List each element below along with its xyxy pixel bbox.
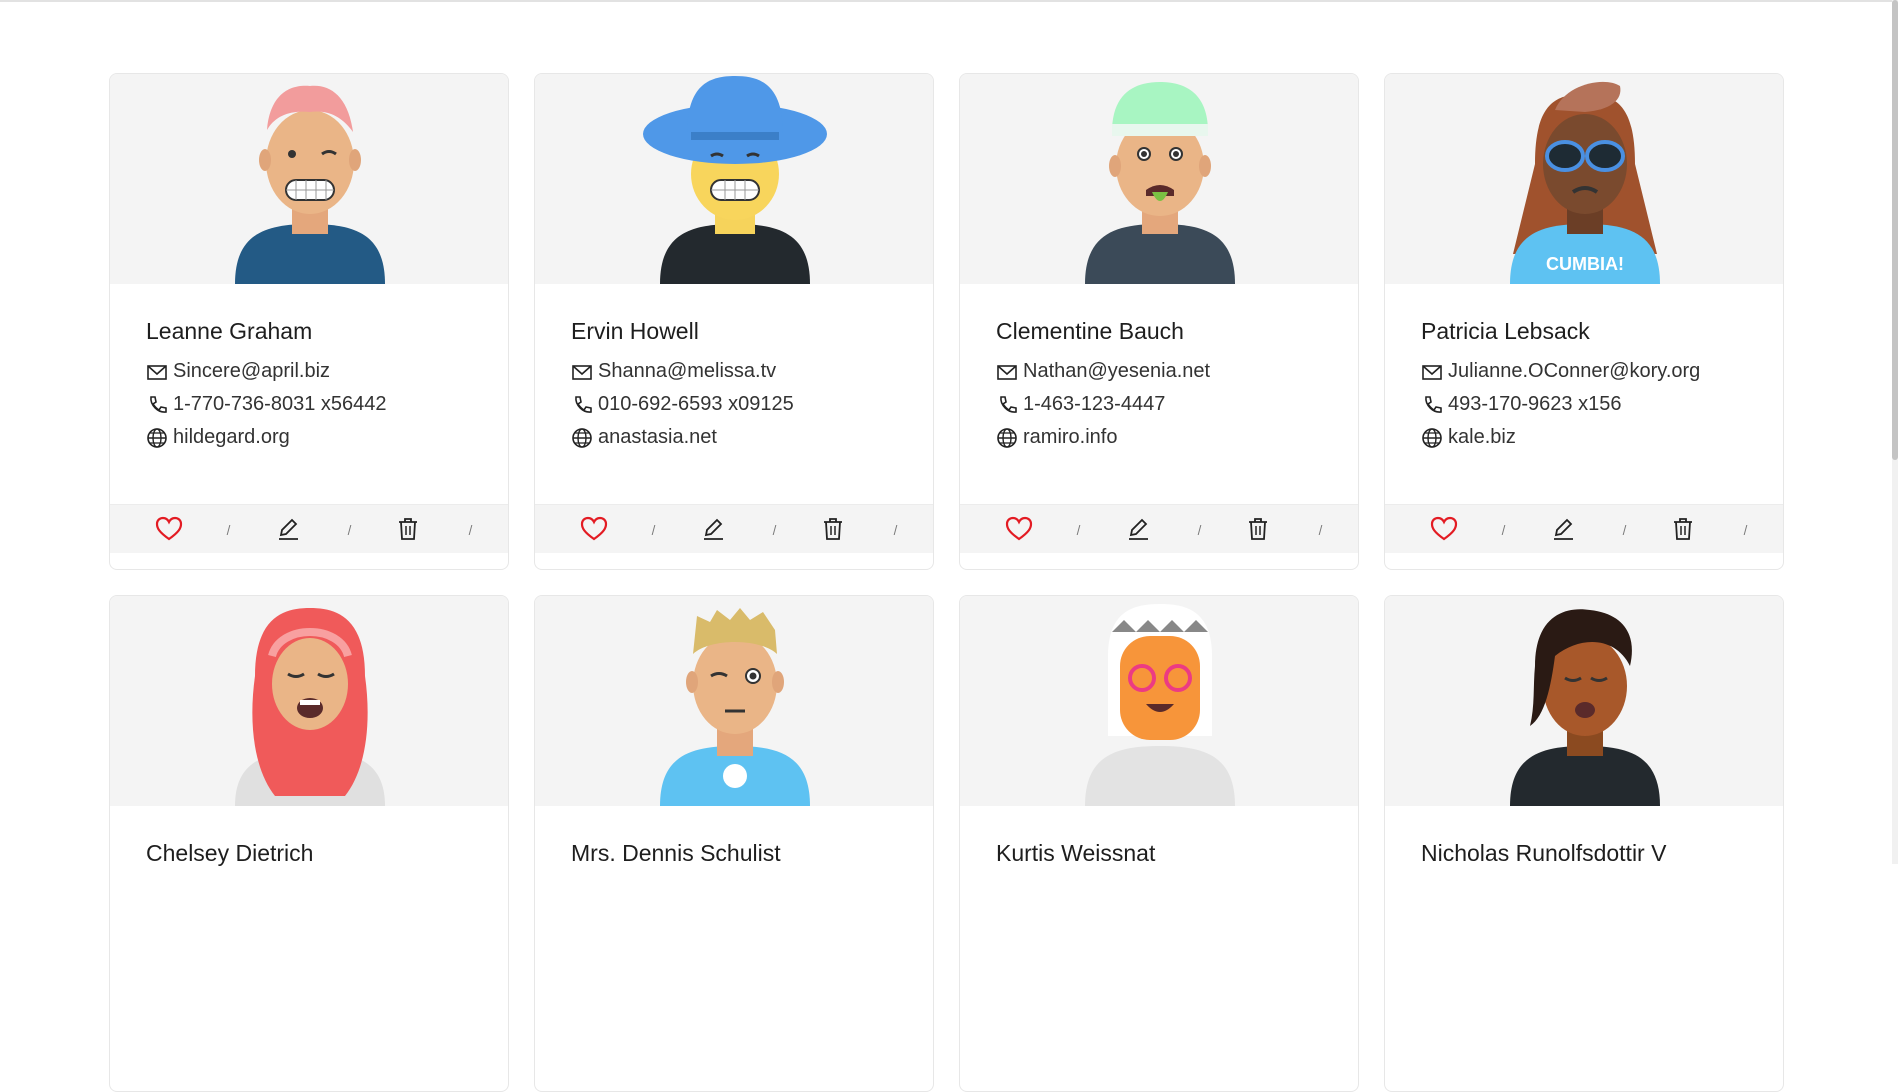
phone-row: 1-463-123-4447 [996, 388, 1322, 421]
user-name: Mrs. Dennis Schulist [571, 840, 781, 866]
phone-row: 1-770-736-8031 x56442 [146, 388, 472, 421]
scrollbar-thumb[interactable] [1892, 0, 1898, 460]
user-email[interactable]: Nathan@yesenia.net [1023, 360, 1210, 383]
user-name: Chelsey Dietrich [146, 840, 314, 866]
like-button[interactable] [110, 505, 233, 553]
user-card: Mrs. Dennis Schulist [534, 595, 934, 1092]
user-name: Ervin Howell [571, 318, 699, 344]
user-website[interactable]: kale.biz [1448, 426, 1516, 449]
user-name: Clementine Bauch [996, 318, 1184, 344]
user-card: Clementine Bauch Nathan@yesenia.net 1-46… [959, 73, 1359, 570]
globe-icon [1421, 427, 1443, 449]
edit-button[interactable] [1506, 505, 1629, 553]
user-phone[interactable]: 493-170-9623 x156 [1448, 393, 1621, 416]
card-actions [535, 504, 933, 553]
pencil-icon [276, 517, 300, 541]
delete-button[interactable] [1627, 505, 1750, 553]
mail-icon [146, 361, 168, 383]
user-card: Leanne Graham Sincere@april.biz 1-770-73… [109, 73, 509, 570]
phone-icon [571, 394, 593, 416]
mail-icon [996, 361, 1018, 383]
mail-icon [1421, 361, 1443, 383]
trash-icon [822, 517, 844, 541]
email-row: Sincere@april.biz [146, 355, 472, 388]
globe-icon [571, 427, 593, 449]
avatar: CUMBIA! [1385, 74, 1783, 284]
pencil-icon [1126, 517, 1150, 541]
user-phone[interactable]: 010-692-6593 x09125 [598, 393, 794, 416]
like-button[interactable] [535, 505, 658, 553]
user-card: Nicholas Runolfsdottir V [1384, 595, 1784, 1092]
avatar [110, 74, 508, 284]
user-card: CUMBIA! Patricia Lebsack Julianne.OConne… [1384, 73, 1784, 570]
user-name: Nicholas Runolfsdottir V [1421, 840, 1667, 866]
user-email[interactable]: Shanna@melissa.tv [598, 360, 776, 383]
phone-icon [1421, 394, 1443, 416]
edit-button[interactable] [231, 505, 354, 553]
website-row: kale.biz [1421, 421, 1747, 454]
globe-icon [146, 427, 168, 449]
pencil-icon [701, 517, 725, 541]
trash-icon [1672, 517, 1694, 541]
phone-icon [996, 394, 1018, 416]
user-website[interactable]: ramiro.info [1023, 426, 1117, 449]
website-row: anastasia.net [571, 421, 897, 454]
user-card: Kurtis Weissnat [959, 595, 1359, 1092]
card-actions [110, 504, 508, 553]
delete-button[interactable] [777, 505, 900, 553]
globe-icon [996, 427, 1018, 449]
phone-icon [146, 394, 168, 416]
user-phone[interactable]: 1-770-736-8031 x56442 [173, 393, 387, 416]
user-name: Kurtis Weissnat [996, 840, 1156, 866]
top-divider [0, 0, 1898, 2]
svg-text:CUMBIA!: CUMBIA! [1546, 254, 1624, 274]
user-website[interactable]: hildegard.org [173, 426, 290, 449]
like-button[interactable] [960, 505, 1083, 553]
user-website[interactable]: anastasia.net [598, 426, 717, 449]
scrollbar-track[interactable] [1892, 0, 1898, 864]
like-button[interactable] [1385, 505, 1508, 553]
phone-row: 493-170-9623 x156 [1421, 388, 1747, 421]
heart-icon [1005, 516, 1033, 542]
pencil-icon [1551, 517, 1575, 541]
user-phone[interactable]: 1-463-123-4447 [1023, 393, 1165, 416]
trash-icon [1247, 517, 1269, 541]
website-row: hildegard.org [146, 421, 472, 454]
delete-button[interactable] [1202, 505, 1325, 553]
trash-icon [397, 517, 419, 541]
card-actions [960, 504, 1358, 553]
email-row: Julianne.OConner@kory.org [1421, 355, 1747, 388]
user-email[interactable]: Julianne.OConner@kory.org [1448, 360, 1700, 383]
heart-icon [1430, 516, 1458, 542]
avatar [960, 74, 1358, 284]
card-actions [1385, 504, 1783, 553]
email-row: Shanna@melissa.tv [571, 355, 897, 388]
phone-row: 010-692-6593 x09125 [571, 388, 897, 421]
website-row: ramiro.info [996, 421, 1322, 454]
user-email[interactable]: Sincere@april.biz [173, 360, 330, 383]
avatar [535, 74, 933, 284]
edit-button[interactable] [656, 505, 779, 553]
heart-icon [155, 516, 183, 542]
delete-button[interactable] [352, 505, 475, 553]
user-card: Chelsey Dietrich [109, 595, 509, 1092]
avatar [110, 596, 508, 806]
user-name: Patricia Lebsack [1421, 318, 1590, 344]
user-name: Leanne Graham [146, 318, 313, 344]
avatar [1385, 596, 1783, 806]
edit-button[interactable] [1081, 505, 1204, 553]
avatar [960, 596, 1358, 806]
user-card: Ervin Howell Shanna@melissa.tv 010-692-6… [534, 73, 934, 570]
avatar [535, 596, 933, 806]
email-row: Nathan@yesenia.net [996, 355, 1322, 388]
mail-icon [571, 361, 593, 383]
heart-icon [580, 516, 608, 542]
